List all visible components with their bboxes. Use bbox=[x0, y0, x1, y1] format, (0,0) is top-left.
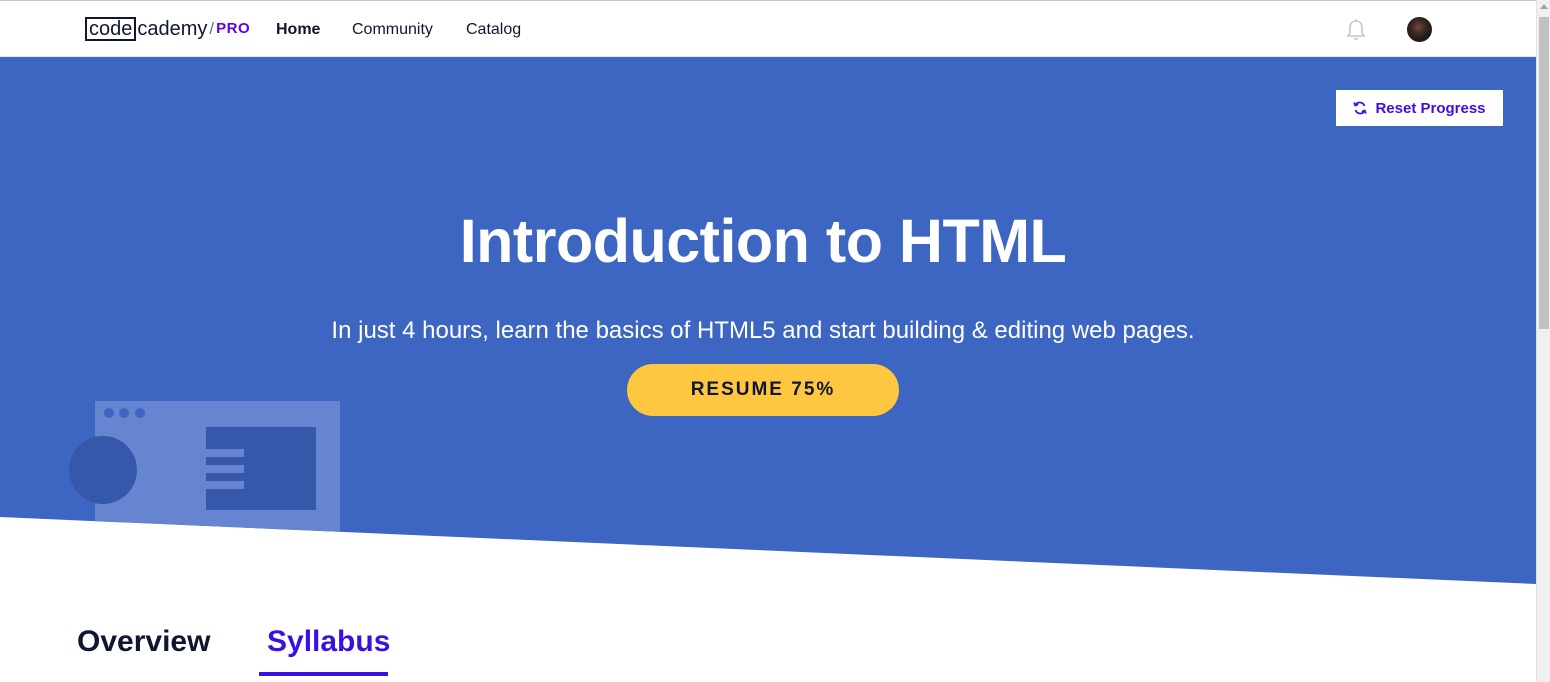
bell-icon[interactable] bbox=[1345, 18, 1367, 42]
nav-community-link[interactable]: Community bbox=[352, 20, 433, 40]
course-title: Introduction to HTML bbox=[459, 207, 1067, 275]
logo-slash: / bbox=[209, 19, 215, 38]
logo-cademy-text: cademy bbox=[137, 18, 208, 40]
active-tab-indicator bbox=[259, 672, 388, 676]
logo-pro-badge: PRO bbox=[216, 20, 251, 37]
reset-progress-button[interactable]: Reset Progress bbox=[1335, 89, 1504, 127]
nav-catalog-link[interactable]: Catalog bbox=[466, 20, 521, 40]
resume-course-button[interactable]: RESUME 75% bbox=[627, 364, 899, 416]
browser-window-illustration bbox=[69, 401, 340, 584]
nav-home-link[interactable]: Home bbox=[276, 20, 320, 40]
codecademy-pro-logo[interactable]: code cademy / PRO bbox=[85, 16, 250, 42]
page-scrollbar[interactable] bbox=[1536, 0, 1550, 682]
top-navigation-bar: code cademy / PRO Home Community Catalog bbox=[0, 0, 1536, 57]
reset-progress-label: Reset Progress bbox=[1375, 99, 1486, 117]
scroll-up-arrow-icon[interactable] bbox=[1540, 4, 1548, 9]
user-avatar[interactable] bbox=[1407, 17, 1432, 42]
course-hero-banner: Introduction to HTML In just 4 hours, le… bbox=[0, 57, 1536, 584]
refresh-icon bbox=[1353, 101, 1368, 115]
tab-overview[interactable]: Overview bbox=[77, 622, 210, 662]
scrollbar-thumb[interactable] bbox=[1539, 17, 1549, 329]
course-description: In just 4 hours, learn the basics of HTM… bbox=[331, 317, 1195, 344]
logo-code-box: code bbox=[85, 17, 137, 41]
tab-syllabus[interactable]: Syllabus bbox=[267, 622, 390, 662]
